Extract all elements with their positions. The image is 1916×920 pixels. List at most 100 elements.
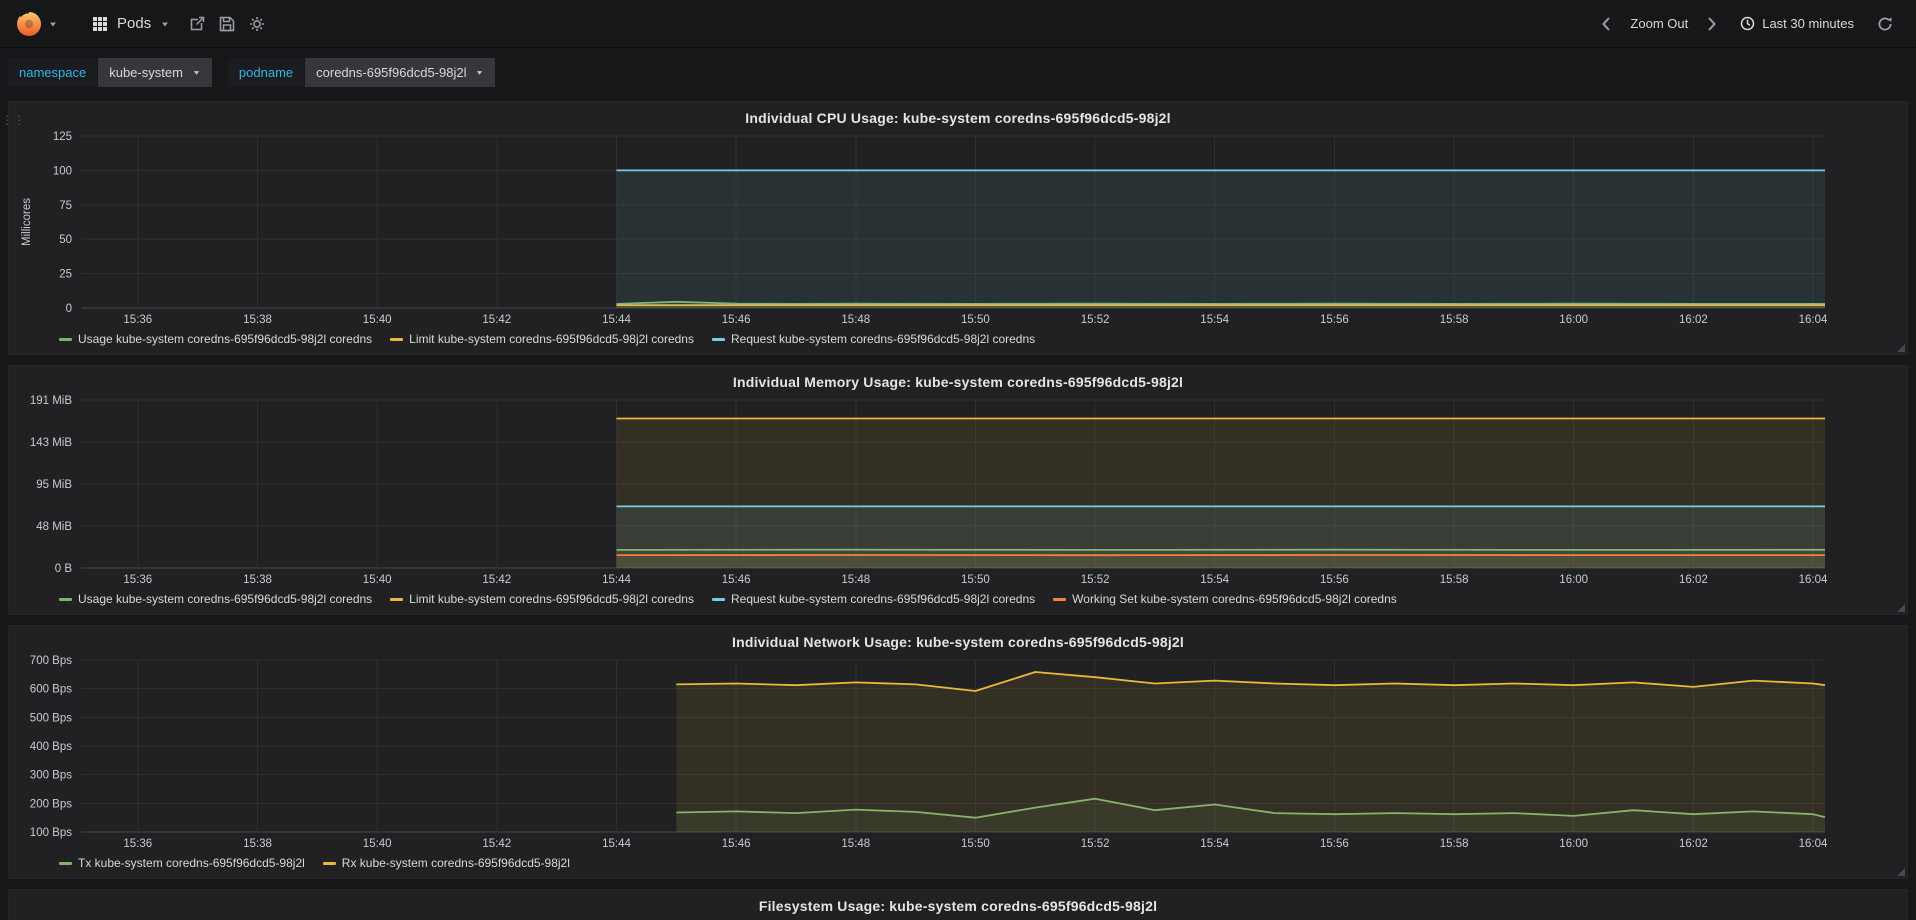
- svg-text:15:48: 15:48: [841, 574, 870, 586]
- legend-label: Request kube-system coredns-695f96dcd5-9…: [730, 592, 1036, 606]
- panel-title[interactable]: Filesystem Usage: kube-system coredns-69…: [19, 894, 1897, 918]
- svg-text:15:52: 15:52: [1081, 574, 1110, 586]
- legend-label: Rx kube-system coredns-695f96dcd5-98j2l: [341, 856, 570, 870]
- svg-text:191 MiB: 191 MiB: [30, 395, 73, 407]
- svg-text:15:46: 15:46: [722, 574, 751, 586]
- navbar-left: Pods: [8, 5, 272, 43]
- legend-label: Request kube-system coredns-695f96dcd5-9…: [730, 332, 1036, 346]
- variable-select-podname[interactable]: coredns-695f96dcd5-98j2l: [305, 58, 496, 87]
- svg-text:15:54: 15:54: [1200, 838, 1229, 850]
- share-icon: [190, 16, 205, 30]
- legend-item[interactable]: Limit kube-system coredns-695f96dcd5-98j…: [390, 332, 694, 346]
- cpu-usage-chart[interactable]: 0 25 50 75 100 125 15:36 15:38 15:40 15:42 15:44 15…: [19, 130, 1895, 328]
- svg-text:600 Bps: 600 Bps: [30, 684, 72, 696]
- svg-text:16:02: 16:02: [1679, 574, 1708, 586]
- settings-button[interactable]: [242, 10, 272, 38]
- zoom-out-button[interactable]: Zoom Out: [1626, 10, 1692, 37]
- svg-text:200 Bps: 200 Bps: [30, 798, 72, 810]
- svg-text:15:56: 15:56: [1320, 838, 1349, 850]
- variable-select-namespace[interactable]: kube-system: [98, 58, 212, 87]
- svg-text:15:38: 15:38: [243, 314, 272, 326]
- memory-usage-chart[interactable]: 0 B 48 MiB 95 MiB 143 MiB 191 MiB 15:36 15:38 1…: [19, 394, 1895, 588]
- grafana-menu-button[interactable]: [8, 5, 64, 43]
- svg-text:50: 50: [59, 234, 72, 246]
- svg-text:95 MiB: 95 MiB: [36, 479, 72, 491]
- svg-text:15:46: 15:46: [722, 838, 751, 850]
- network-usage-legend: Tx kube-system coredns-695f96dcd5-98j2l R…: [59, 852, 1897, 874]
- navbar-right: Zoom Out Last 30 minutes: [1594, 10, 1900, 38]
- time-back-button[interactable]: [1594, 11, 1618, 37]
- legend-label: Limit kube-system coredns-695f96dcd5-98j…: [409, 332, 694, 346]
- svg-text:15:44: 15:44: [602, 574, 631, 586]
- svg-text:15:40: 15:40: [363, 574, 392, 586]
- svg-text:300 Bps: 300 Bps: [30, 770, 72, 782]
- refresh-button[interactable]: [1870, 10, 1900, 38]
- svg-text:15:42: 15:42: [482, 838, 511, 850]
- panel-title[interactable]: Individual Network Usage: kube-system co…: [19, 630, 1897, 654]
- svg-text:15:40: 15:40: [363, 838, 392, 850]
- variable-value-namespace: kube-system: [109, 65, 183, 80]
- svg-text:16:04: 16:04: [1799, 574, 1828, 586]
- variable-namespace: namespace kube-system: [8, 58, 212, 87]
- svg-text:15:58: 15:58: [1440, 574, 1469, 586]
- legend-item[interactable]: Tx kube-system coredns-695f96dcd5-98j2l: [59, 856, 305, 870]
- svg-text:16:00: 16:00: [1559, 838, 1588, 850]
- svg-text:15:48: 15:48: [841, 838, 870, 850]
- time-forward-button[interactable]: [1700, 11, 1724, 37]
- legend-label: Working Set kube-system coredns-695f96dc…: [1072, 592, 1397, 606]
- refresh-icon: [1878, 16, 1892, 30]
- dashboard-picker-button[interactable]: Pods: [80, 9, 182, 38]
- svg-text:48 MiB: 48 MiB: [36, 521, 72, 533]
- navbar: Pods Zoom Out Last 30 minutes: [0, 0, 1916, 48]
- legend-swatch: [390, 337, 404, 341]
- panel-network-usage: Individual Network Usage: kube-system co…: [8, 625, 1908, 879]
- svg-text:15:36: 15:36: [123, 574, 152, 586]
- share-button[interactable]: [182, 10, 212, 38]
- legend-item[interactable]: Request kube-system coredns-695f96dcd5-9…: [711, 332, 1036, 346]
- legend-item[interactable]: Limit kube-system coredns-695f96dcd5-98j…: [390, 592, 694, 606]
- svg-text:16:02: 16:02: [1679, 314, 1708, 326]
- svg-text:15:44: 15:44: [602, 314, 631, 326]
- legend-item[interactable]: Rx kube-system coredns-695f96dcd5-98j2l: [322, 856, 570, 870]
- svg-text:16:00: 16:00: [1559, 314, 1588, 326]
- variable-label-podname: podname: [227, 58, 305, 87]
- legend-swatch: [59, 597, 72, 601]
- svg-text:15:56: 15:56: [1320, 314, 1349, 326]
- grafana-logo: [17, 10, 41, 36]
- variable-value-podname: coredns-695f96dcd5-98j2l: [316, 65, 467, 80]
- panel-title[interactable]: Individual Memory Usage: kube-system cor…: [19, 370, 1897, 394]
- svg-text:700 Bps: 700 Bps: [30, 655, 72, 667]
- panel-resize-handle[interactable]: [1897, 344, 1905, 352]
- panel-resize-handle[interactable]: [1897, 604, 1905, 612]
- svg-text:15:50: 15:50: [961, 574, 990, 586]
- panel-cpu-usage: Individual CPU Usage: kube-system coredn…: [8, 101, 1908, 355]
- time-range-button[interactable]: Last 30 minutes: [1732, 10, 1862, 37]
- network-usage-chart[interactable]: 100 Bps 200 Bps 300 Bps 400 Bps 500 Bps 600 B…: [19, 654, 1895, 852]
- legend-swatch: [59, 861, 72, 865]
- legend-swatch: [390, 597, 404, 601]
- panel-memory-usage: Individual Memory Usage: kube-system cor…: [8, 365, 1908, 615]
- panel-title[interactable]: Individual CPU Usage: kube-system coredn…: [19, 106, 1897, 130]
- svg-text:15:50: 15:50: [961, 838, 990, 850]
- apps-grid-icon: [93, 16, 107, 31]
- caret-down-icon: [477, 71, 483, 75]
- legend-item[interactable]: Usage kube-system coredns-695f96dcd5-98j…: [59, 592, 372, 606]
- save-button[interactable]: [212, 10, 242, 38]
- svg-text:15:52: 15:52: [1081, 314, 1110, 326]
- svg-text:15:42: 15:42: [482, 574, 511, 586]
- svg-text:15:52: 15:52: [1081, 838, 1110, 850]
- svg-text:15:44: 15:44: [602, 838, 631, 850]
- legend-item[interactable]: Request kube-system coredns-695f96dcd5-9…: [711, 592, 1036, 606]
- svg-text:100: 100: [53, 165, 72, 177]
- row-drag-handle[interactable]: ⋮⋮: [1, 114, 25, 126]
- panel-filesystem-usage: Filesystem Usage: kube-system coredns-69…: [8, 889, 1908, 920]
- legend-item[interactable]: Usage kube-system coredns-695f96dcd5-98j…: [59, 332, 372, 346]
- svg-text:15:36: 15:36: [123, 838, 152, 850]
- svg-text:15:58: 15:58: [1440, 314, 1469, 326]
- panel-resize-handle[interactable]: [1897, 868, 1905, 876]
- variable-label-namespace: namespace: [8, 58, 98, 87]
- legend-label: Usage kube-system coredns-695f96dcd5-98j…: [78, 592, 373, 606]
- legend-swatch: [711, 597, 725, 601]
- svg-text:16:00: 16:00: [1559, 574, 1588, 586]
- legend-item[interactable]: Working Set kube-system coredns-695f96dc…: [1053, 592, 1397, 606]
